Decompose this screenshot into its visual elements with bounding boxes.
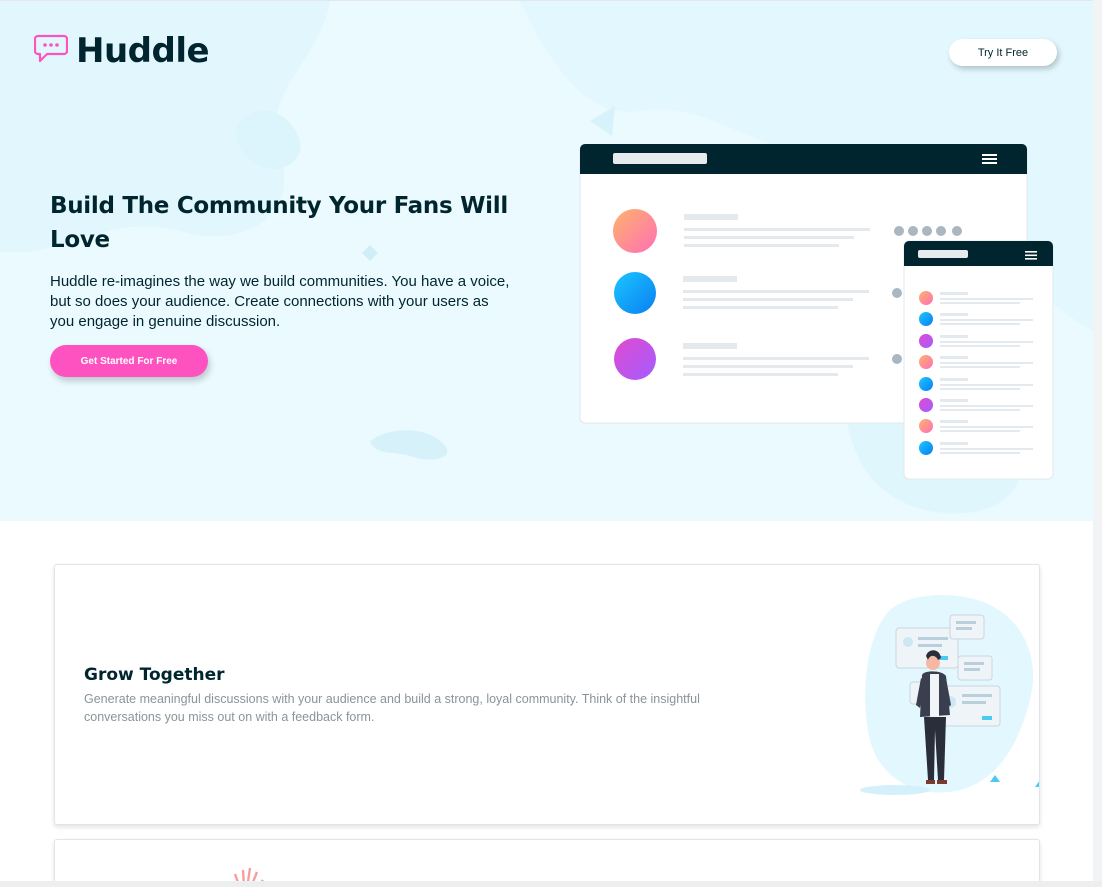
feature-description: Generate meaningful discussions with you… [84, 692, 700, 724]
app-mockup-illustration [579, 144, 1054, 480]
people-discussion-illustration [860, 594, 1039, 795]
hero-title: Build The Community Your Fans Will Love [50, 193, 508, 253]
vertical-scrollbar[interactable] [1093, 0, 1102, 881]
try-it-free-button[interactable]: Try It Free [949, 39, 1057, 66]
feature-title: Grow Together [84, 665, 225, 685]
logo-text: Huddle [76, 31, 210, 71]
hero-description: Huddle re-imagines the way we build comm… [50, 273, 510, 330]
feature-illustration-partial [233, 867, 264, 881]
hero-section: Huddle Try It Free Build The Community Y… [0, 1, 1093, 521]
logo[interactable]: Huddle [33, 31, 210, 71]
get-started-button[interactable]: Get Started For Free [50, 345, 208, 377]
horizontal-scrollbar[interactable] [0, 881, 1102, 887]
chat-bubble-icon [33, 34, 69, 69]
feature-card-grow-together: Grow Together Generate meaningful discus… [54, 564, 1040, 825]
page: Huddle Try It Free Build The Community Y… [0, 0, 1093, 881]
feature-card-next [54, 839, 1040, 881]
